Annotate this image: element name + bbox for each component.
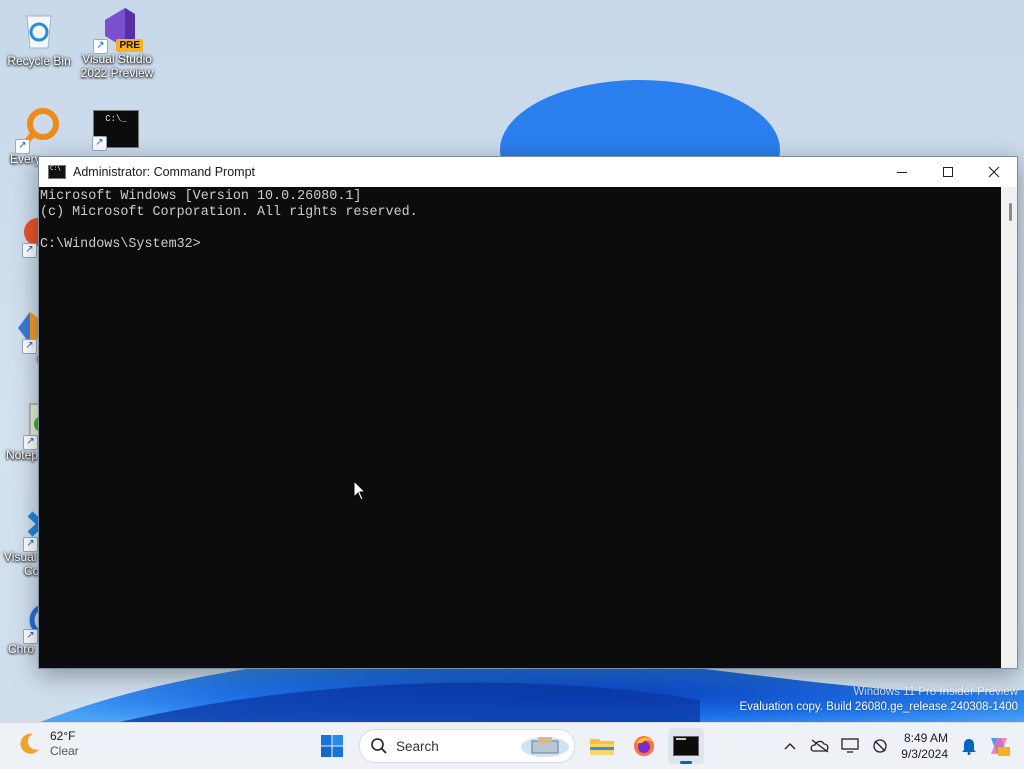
command-prompt-taskbar-button[interactable] [668, 728, 704, 764]
scrollbar-thumb[interactable] [1009, 203, 1012, 221]
taskbar-search-box[interactable]: Search [359, 729, 575, 763]
clock[interactable]: 8:49 AM 9/3/2024 [901, 730, 948, 762]
close-icon [988, 166, 1000, 178]
command-prompt-icon [48, 165, 66, 179]
everything-search-icon: ↗ [15, 106, 61, 154]
maximize-icon [942, 166, 953, 177]
search-icon [371, 738, 387, 754]
file-explorer-button[interactable] [584, 728, 620, 764]
copilot-button[interactable] [984, 731, 1014, 761]
weather-description: Clear [50, 744, 79, 758]
window-titlebar[interactable]: Administrator: Command Prompt [39, 157, 1017, 187]
close-button[interactable] [971, 157, 1017, 187]
window-title: Administrator: Command Prompt [73, 165, 256, 179]
console-prompt[interactable]: C:\Windows\System32> [40, 237, 1001, 253]
desktop-icon-visual-studio[interactable]: PRE ↗ Visual Studio 2022 Preview [79, 6, 155, 80]
minimize-button[interactable] [879, 157, 925, 187]
command-prompt-shortcut-icon: C:\_ ↗ [92, 110, 139, 151]
console-output[interactable]: Microsoft Windows [Version 10.0.26080.1]… [39, 187, 1001, 668]
evaluation-watermark: Windows 11 Pro Insider Preview Evaluatio… [739, 686, 1018, 713]
maximize-button[interactable] [925, 157, 971, 187]
command-prompt-icon [673, 736, 699, 756]
desktop-icon-label: Recycle Bin [7, 54, 71, 68]
display-icon [841, 738, 859, 753]
firefox-button[interactable] [626, 728, 662, 764]
onedrive-offline-icon [810, 739, 829, 753]
copilot-icon [991, 738, 1010, 756]
network-button[interactable] [865, 731, 895, 761]
preview-badge: PRE [116, 39, 143, 52]
shortcut-arrow-icon: ↗ [22, 243, 37, 258]
minimize-icon [896, 171, 907, 173]
show-hidden-icons-button[interactable] [775, 731, 805, 761]
console-line: Microsoft Windows [Version 10.0.26080.1] [40, 189, 362, 204]
visual-studio-icon: PRE ↗ [93, 6, 143, 54]
start-icon [321, 735, 343, 757]
desktop-icon-recycle-bin[interactable]: Recycle Bin [1, 8, 77, 68]
notifications-button[interactable] [954, 731, 984, 761]
clock-time: 8:49 AM [903, 731, 948, 745]
file-explorer-icon [590, 739, 614, 755]
search-highlight-icon [521, 737, 569, 757]
shortcut-arrow-icon: ↗ [22, 339, 37, 354]
desktop-icon-label: Visual Studio 2022 Preview [80, 52, 154, 80]
desktop-icon-command-prompt[interactable]: C:\_ ↗ [78, 110, 154, 151]
weather-temperature: 62°F [50, 729, 76, 743]
firefox-icon [634, 736, 654, 756]
mouse-cursor-icon [353, 479, 367, 507]
command-prompt-window[interactable]: Administrator: Command Prompt Microsoft … [38, 156, 1018, 669]
console-scrollbar[interactable] [1001, 187, 1017, 668]
shortcut-arrow-icon: ↗ [23, 629, 38, 644]
recycle-bin-icon [17, 8, 61, 52]
shortcut-arrow-icon: ↗ [23, 435, 38, 450]
taskbar: 62°F Clear Search 8:49 AM 9/3/2024 [0, 722, 1024, 769]
bell-icon [962, 739, 976, 755]
network-icon [873, 739, 887, 753]
clock-date: 9/3/2024 [901, 747, 948, 761]
shortcut-arrow-icon: ↗ [15, 139, 30, 154]
start-button[interactable] [314, 728, 350, 764]
shortcut-arrow-icon: ↗ [92, 136, 107, 151]
search-label: Search [396, 738, 439, 754]
onedrive-button[interactable] [805, 731, 835, 761]
shortcut-arrow-icon: ↗ [23, 537, 38, 552]
device-status-button[interactable] [835, 731, 865, 761]
weather-widget[interactable]: 62°F Clear [16, 729, 79, 759]
console-line: (c) Microsoft Corporation. All rights re… [40, 205, 418, 220]
chevron-up-icon [784, 743, 796, 750]
moon-icon [20, 733, 39, 754]
shortcut-arrow-icon: ↗ [93, 39, 108, 54]
